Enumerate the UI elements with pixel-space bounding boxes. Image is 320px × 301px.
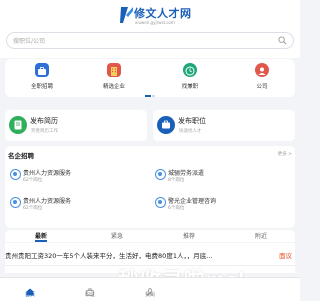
company-logo-icon	[10, 197, 21, 208]
publish-resume-card[interactable]: 发布简历 完善简历工作	[5, 110, 147, 141]
clock-icon	[183, 63, 197, 77]
job-title: 贵州贵阳工资320一车5个人装来平分，生活好，电费80度1人，，月底...	[5, 252, 213, 260]
resume-icon	[9, 116, 27, 134]
logo-icon	[120, 7, 133, 23]
job-post-icon	[157, 116, 175, 134]
active-tab-indicator	[35, 240, 47, 242]
company-name: 城骊劳务派遣	[168, 170, 205, 177]
carousel-dot-active[interactable]	[145, 95, 151, 97]
header: 修文人才网 xiuwen.gyjrwxl.com 搜职位/公司	[0, 0, 300, 58]
logo-title: 修文人才网	[134, 7, 192, 20]
tab-latest[interactable]: 最新	[21, 231, 61, 240]
company-name: 贵州人力资源服务	[23, 198, 72, 205]
tabbar-profile[interactable]: 我的	[135, 281, 165, 298]
category-grid: 全职招聘 精选企业 找兼职 公司	[5, 59, 295, 97]
category-label: 公司	[256, 84, 268, 90]
home-icon	[26, 281, 34, 296]
briefcase-icon	[35, 63, 49, 77]
company-item[interactable]: 警光企业管理咨询 6个岗位	[152, 194, 290, 216]
section-title: 名企招聘	[8, 152, 34, 160]
job-salary: 面议	[279, 252, 292, 260]
tabbar-home[interactable]: 首页	[15, 281, 45, 298]
company-item[interactable]: 贵州人力资源服务 62个岗位	[7, 166, 145, 188]
category-parttime[interactable]: 找兼职	[165, 63, 215, 90]
job-tabs: 最新 紧急 推荐 附近	[5, 230, 295, 242]
bottom-tab-bar: 首页 职位 我的	[0, 277, 300, 301]
user-icon	[146, 281, 154, 296]
tab-urgent[interactable]: 紧急	[97, 231, 137, 240]
carousel-indicator	[0, 95, 300, 99]
company-name: 警光企业管理咨询	[168, 198, 217, 205]
company-logo-icon	[155, 169, 166, 180]
company-job-count: 62个岗位	[23, 206, 43, 211]
category-featured[interactable]: 精选企业	[89, 63, 139, 90]
company-job-count: 6个岗位	[168, 206, 185, 211]
search-input[interactable]: 搜职位/公司	[6, 32, 294, 49]
person-icon	[255, 63, 269, 77]
company-item[interactable]: 贵州人力资源服务 62个岗位	[7, 194, 145, 216]
tabbar-jobs[interactable]: 职位	[75, 281, 105, 298]
job-icon	[86, 281, 94, 296]
company-name: 贵州人力资源服务	[23, 170, 72, 177]
search-placeholder: 搜职位/公司	[13, 38, 46, 45]
company-job-count: 8个岗位	[168, 178, 185, 183]
publish-job-title: 发布职位	[178, 117, 206, 125]
category-label: 精选企业	[102, 84, 125, 90]
carousel-dot[interactable]	[152, 95, 155, 97]
publish-job-subtitle: 快速找人才	[179, 129, 202, 134]
tab-nearby[interactable]: 附近	[241, 231, 281, 240]
publish-resume-subtitle: 完善简历工作	[31, 129, 58, 134]
site-logo[interactable]: 修文人才网 xiuwen.gyjrwxl.com	[120, 5, 191, 27]
category-fulltime[interactable]: 全职招聘	[17, 63, 67, 90]
building-icon	[107, 63, 121, 77]
company-item[interactable]: 城骊劳务派遣 8个岗位	[152, 166, 290, 188]
company-job-count: 62个岗位	[23, 178, 43, 183]
company-logo-icon	[155, 197, 166, 208]
publish-job-card[interactable]: 发布职位 快速找人才	[153, 110, 295, 141]
publish-resume-title: 发布简历	[30, 117, 58, 125]
search-icon[interactable]	[278, 36, 287, 45]
famous-companies-section: 名企招聘 更多 > 贵州人力资源服务 62个岗位 城骊劳务派遣 8个岗位 贵州人…	[5, 146, 295, 228]
tab-recommended[interactable]: 推荐	[169, 231, 209, 240]
more-link[interactable]: 更多 >	[278, 151, 292, 157]
category-company[interactable]: 公司	[237, 63, 287, 90]
category-label: 全职招聘	[30, 84, 53, 90]
logo-subtitle: xiuwen.gyjrwxl.com	[135, 20, 175, 25]
category-label: 找兼职	[181, 84, 199, 90]
company-logo-icon	[10, 169, 21, 180]
